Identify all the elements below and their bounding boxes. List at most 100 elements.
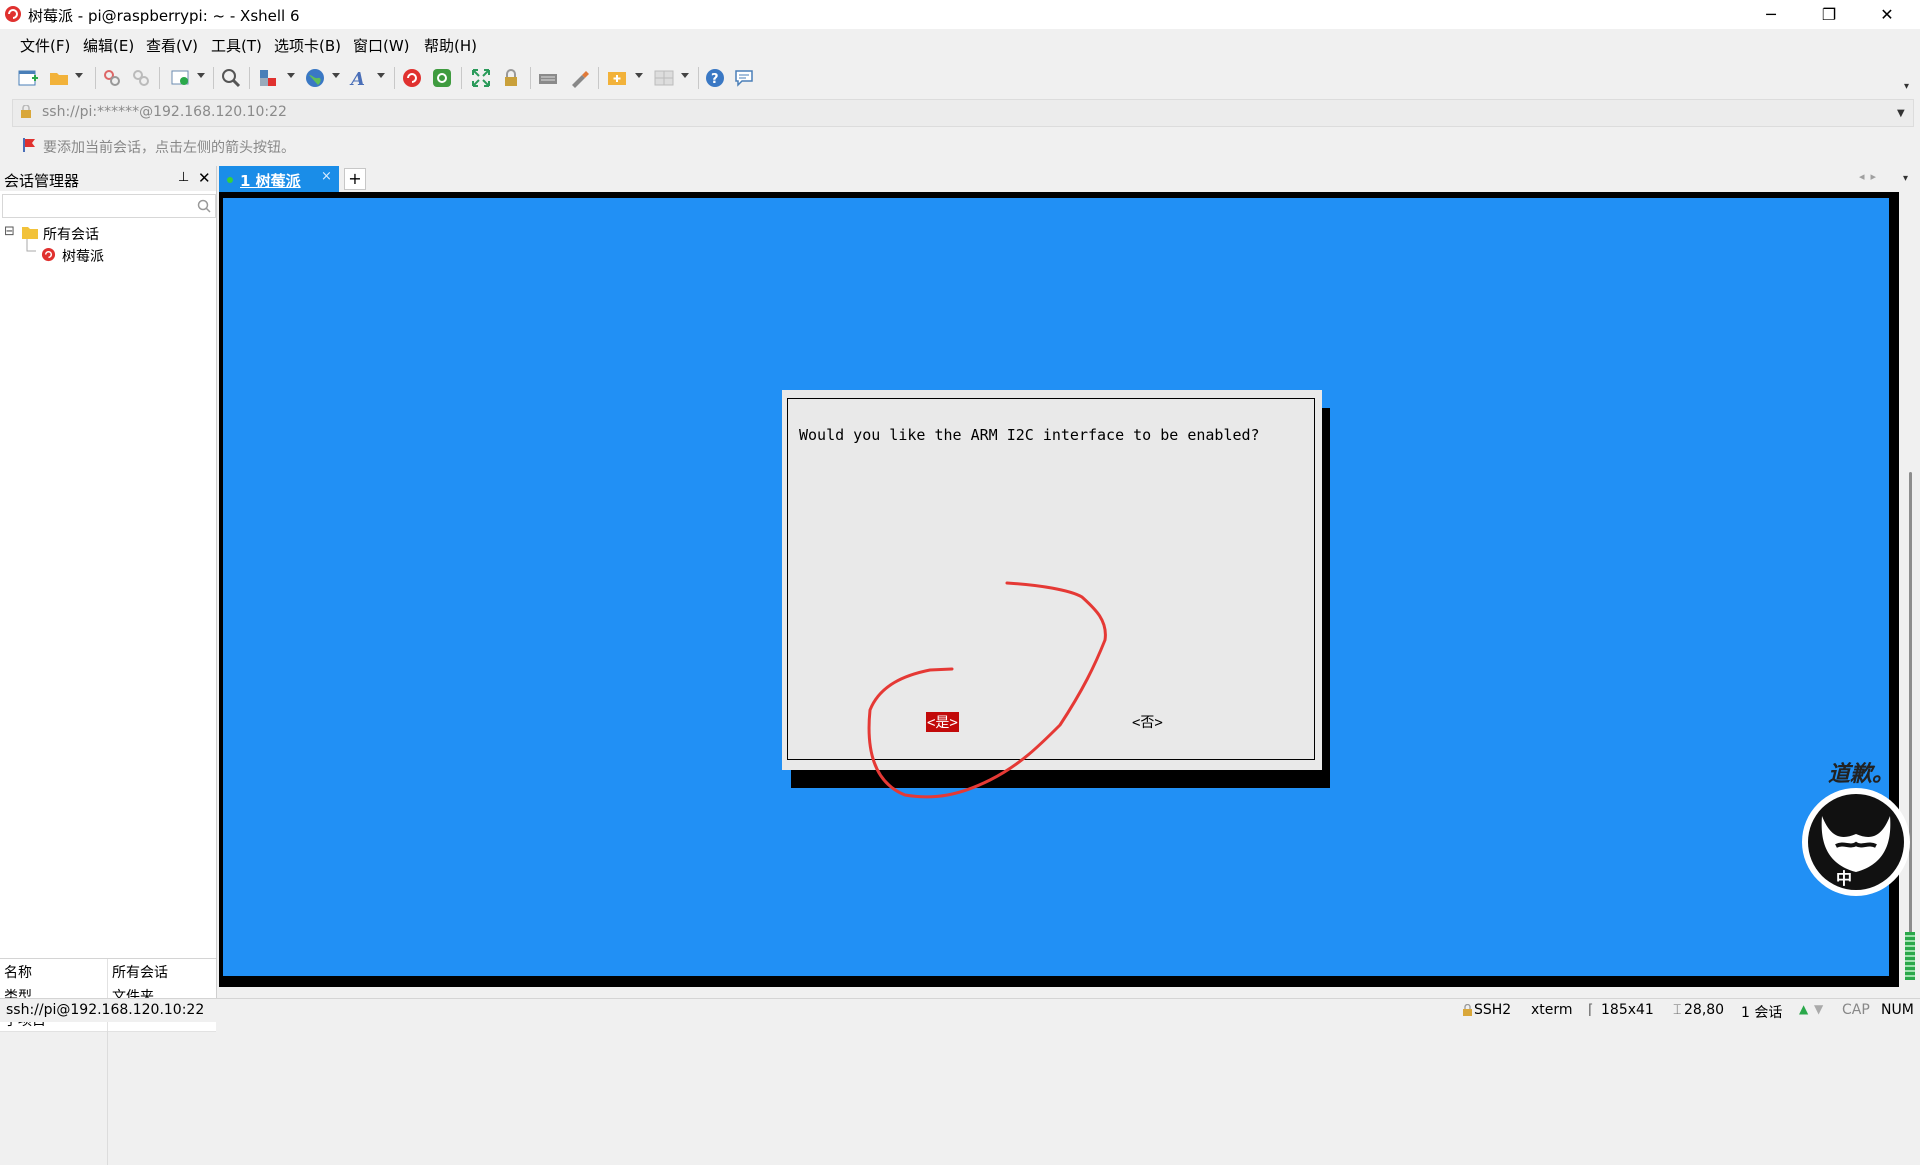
status-cursor-icon: ⌶ bbox=[1673, 1002, 1682, 1018]
window-title: 树莓派 - pi@raspberrypi: ~ - Xshell 6 bbox=[28, 7, 300, 25]
menu-edit[interactable]: 编辑(E) bbox=[83, 35, 134, 56]
open-folder-icon[interactable] bbox=[48, 67, 70, 89]
download-arrow-icon: ▼ bbox=[1814, 1002, 1824, 1016]
toolbar-separator bbox=[394, 67, 395, 89]
find-icon[interactable] bbox=[220, 67, 242, 89]
tab-strip: 1 树莓派 × + ◂▸ ▾ bbox=[219, 166, 1920, 192]
whiptail-dialog: Would you like the ARM I2C interface to … bbox=[782, 390, 1322, 770]
column-divider bbox=[107, 1031, 108, 1165]
toolbar-separator bbox=[461, 67, 462, 89]
xftp-icon[interactable] bbox=[431, 67, 453, 89]
menu-bar: 文件(F) 编辑(E) 查看(V) 工具(T) 选项卡(B) 窗口(W) 帮助(… bbox=[0, 29, 1920, 59]
tab-label: 1 树莓派 bbox=[240, 172, 301, 190]
add-tab-button[interactable]: + bbox=[344, 168, 366, 190]
globe-dropdown-icon[interactable] bbox=[332, 73, 340, 78]
menu-tools[interactable]: 工具(T) bbox=[211, 35, 262, 56]
toolbar-overflow-icon[interactable]: ▾ bbox=[1904, 81, 1909, 92]
tab-scroll-arrows-icon[interactable]: ◂▸ bbox=[1859, 170, 1882, 183]
session-properties-grid: 名称 所有会话 类型 文件夹 子项目 1 bbox=[0, 958, 216, 1165]
font-dropdown-icon[interactable] bbox=[377, 73, 385, 78]
tab-menu-icon[interactable]: ▾ bbox=[1903, 173, 1908, 184]
globe-icon[interactable] bbox=[304, 67, 326, 89]
tree-connector bbox=[26, 239, 36, 252]
toolbar-separator bbox=[213, 67, 214, 89]
session-manager-panel: 会话管理器 ⊥ ✕ ⊟ 所有会话 树莓派 名称 所有会话 类型 文件夹 子项目 … bbox=[0, 166, 217, 1165]
dialog-frame bbox=[787, 398, 1315, 760]
pin-icon[interactable]: ⊥ bbox=[178, 170, 189, 185]
property-key: 名称 bbox=[4, 965, 32, 981]
session-properties-icon[interactable] bbox=[170, 67, 192, 89]
address-field[interactable]: ssh://pi:******@192.168.120.10:22 bbox=[42, 104, 287, 120]
mascot-avatar-icon: 中 bbox=[1802, 788, 1910, 896]
open-folder-dropdown-icon[interactable] bbox=[75, 73, 83, 78]
new-session-icon[interactable] bbox=[17, 67, 39, 89]
keyboard-icon[interactable] bbox=[537, 67, 559, 89]
title-bar: 树莓派 - pi@raspberrypi: ~ - Xshell 6 ─ ❐ ✕ bbox=[0, 0, 1920, 29]
disconnect-icon[interactable] bbox=[130, 67, 152, 89]
connect-icon[interactable] bbox=[101, 67, 123, 89]
no-button[interactable]: <否> bbox=[1132, 712, 1163, 732]
flag-icon[interactable] bbox=[21, 137, 37, 153]
status-bar: ssh://pi@192.168.120.10:22 SSH2 xterm ⌈ … bbox=[0, 998, 1920, 1022]
toolbar-separator bbox=[598, 67, 599, 89]
lock-icon[interactable] bbox=[500, 67, 522, 89]
xshell-icon[interactable] bbox=[401, 67, 423, 89]
hint-bar: 要添加当前会话，点击左侧的箭头按钮。 bbox=[0, 131, 1920, 161]
menu-file[interactable]: 文件(F) bbox=[20, 35, 70, 56]
compose-dropdown-icon[interactable] bbox=[635, 73, 643, 78]
hint-text: 要添加当前会话，点击左侧的箭头按钮。 bbox=[43, 140, 295, 156]
session-manager-title: 会话管理器 bbox=[4, 172, 80, 190]
toolbar-separator bbox=[698, 67, 699, 89]
tree-item-label: 树莓派 bbox=[62, 249, 104, 265]
menu-view[interactable]: 查看(V) bbox=[146, 35, 198, 56]
restore-button[interactable]: ❐ bbox=[1800, 0, 1858, 29]
tree-item-raspberry-pi[interactable]: 树莓派 bbox=[26, 239, 208, 265]
tab-raspberry-pi[interactable]: 1 树莓派 × bbox=[219, 166, 339, 192]
close-window-button[interactable]: ✕ bbox=[1858, 0, 1916, 29]
chat-icon[interactable] bbox=[733, 67, 755, 89]
address-bar[interactable]: ssh://pi:******@192.168.120.10:22 ▼ bbox=[12, 99, 1914, 127]
address-dropdown-icon[interactable]: ▼ bbox=[1897, 108, 1905, 119]
status-connection: ssh://pi@192.168.120.10:22 bbox=[6, 1002, 205, 1018]
column-divider bbox=[107, 959, 108, 983]
scroll-position-indicator bbox=[1905, 932, 1915, 980]
properties-dropdown-icon[interactable] bbox=[197, 73, 205, 78]
layout-icon[interactable] bbox=[653, 67, 675, 89]
mascot-caption: 道歉。 bbox=[1828, 762, 1895, 787]
menu-tabs[interactable]: 选项卡(B) bbox=[274, 35, 341, 56]
session-search-input[interactable] bbox=[2, 194, 216, 218]
scrollbar-thumb[interactable] bbox=[1909, 472, 1912, 977]
highlight-icon[interactable] bbox=[568, 67, 590, 89]
menu-window[interactable]: 窗口(W) bbox=[353, 35, 410, 56]
lock-icon bbox=[21, 105, 31, 118]
status-size-icon: ⌈ bbox=[1588, 1002, 1594, 1018]
transfer-dropdown-icon[interactable] bbox=[287, 73, 295, 78]
fullscreen-icon[interactable] bbox=[470, 67, 492, 89]
help-icon[interactable]: ? bbox=[704, 67, 726, 89]
menu-help[interactable]: 帮助(H) bbox=[424, 35, 477, 56]
yes-button[interactable]: <是> bbox=[926, 712, 959, 732]
status-num: NUM bbox=[1881, 1002, 1914, 1018]
toolbar-separator bbox=[530, 67, 531, 89]
status-cursor: 28,80 bbox=[1684, 1002, 1725, 1018]
compose-icon[interactable] bbox=[606, 67, 628, 89]
xshell-logo-icon bbox=[5, 6, 21, 22]
transfer-icon[interactable] bbox=[258, 67, 280, 89]
toolbar-separator bbox=[95, 67, 96, 89]
font-icon[interactable]: A bbox=[349, 67, 371, 89]
status-size: 185x41 bbox=[1601, 1002, 1654, 1018]
close-tab-button[interactable]: × bbox=[321, 169, 332, 184]
svg-text:A: A bbox=[349, 69, 365, 89]
layout-dropdown-icon[interactable] bbox=[681, 73, 689, 78]
folder-icon bbox=[22, 227, 38, 239]
tree-toggle-icon[interactable]: ⊟ bbox=[4, 224, 15, 239]
status-caps: CAP bbox=[1842, 1002, 1870, 1018]
close-panel-button[interactable]: ✕ bbox=[198, 169, 211, 187]
status-sessions: 1 会话 bbox=[1741, 1005, 1783, 1021]
toolbar: A ? ▾ bbox=[0, 59, 1920, 97]
terminal-area[interactable]: Would you like the ARM I2C interface to … bbox=[219, 192, 1899, 987]
property-row: 名称 所有会话 bbox=[0, 959, 216, 984]
minimize-button[interactable]: ─ bbox=[1742, 0, 1800, 29]
property-value: 所有会话 bbox=[112, 965, 168, 981]
svg-text:?: ? bbox=[711, 72, 719, 87]
